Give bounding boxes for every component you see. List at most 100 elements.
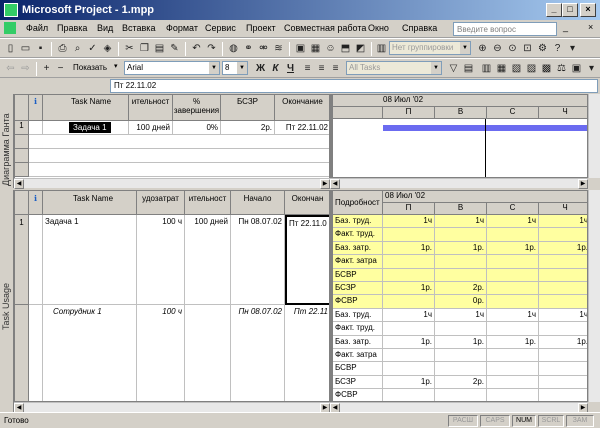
detail-value-cell[interactable] xyxy=(435,255,487,269)
percent-complete-cell[interactable]: 0% xyxy=(173,121,221,135)
usage-vscroll[interactable] xyxy=(588,190,600,402)
detail-value-cell[interactable] xyxy=(383,322,435,336)
detail-value-cell[interactable]: 1р. xyxy=(539,241,587,256)
menu-tools[interactable]: Сервис xyxy=(205,23,236,33)
detail-value-cell[interactable]: 1р. xyxy=(487,241,539,256)
link-tasks-icon[interactable]: ⚭ xyxy=(242,42,255,55)
usage-col-task-name[interactable]: Task Name xyxy=(43,191,137,215)
align-right-icon[interactable]: ≡ xyxy=(329,62,342,75)
report-icon[interactable]: ▣ xyxy=(570,62,583,75)
gantt-view-bar[interactable]: Диаграмма Ганта xyxy=(0,94,14,188)
detail-value-cell[interactable] xyxy=(435,228,487,242)
detail-value-cell[interactable] xyxy=(539,268,587,282)
detail-value-cell[interactable] xyxy=(383,349,435,363)
detail-value-cell[interactable] xyxy=(539,322,587,336)
resources-icon[interactable]: ▩ xyxy=(540,62,553,75)
bczr-cell[interactable]: 2р. xyxy=(221,121,275,135)
detail-value-cell[interactable]: 1ч xyxy=(383,308,435,323)
resource-usage-icon[interactable]: ▦ xyxy=(495,62,508,75)
assign-resources-icon[interactable]: ☺ xyxy=(324,42,337,55)
autofilter-icon[interactable]: ▽ xyxy=(447,62,460,75)
assignment-start-cell[interactable]: Пн 08.07.02 xyxy=(231,305,285,401)
indent-icon[interactable]: ⇨ xyxy=(19,62,32,75)
select-all-corner[interactable] xyxy=(15,95,29,121)
detail-value-cell[interactable]: 1ч xyxy=(435,215,487,229)
task-name-cell[interactable]: Задача 1 xyxy=(43,121,129,135)
calendar-icon[interactable]: ▨ xyxy=(525,62,538,75)
col-duration[interactable]: ительност xyxy=(129,95,173,121)
balance-icon[interactable]: ⚖ xyxy=(555,62,568,75)
finish-cell[interactable]: Пт 22.11.02 xyxy=(275,121,329,135)
maximize-button[interactable]: □ xyxy=(562,3,578,17)
usage-duration-cell[interactable]: 100 дней xyxy=(185,215,231,305)
detail-value-cell[interactable]: 0р. xyxy=(435,295,487,309)
doc-minimize-button[interactable]: _ xyxy=(563,22,568,32)
toolbar-options-icon[interactable]: ▾ xyxy=(566,42,579,55)
italic-button[interactable]: К xyxy=(269,62,282,75)
detail-value-cell[interactable] xyxy=(539,389,587,401)
row-indicator-cell[interactable] xyxy=(29,121,43,135)
usage-task-name-cell[interactable]: Задача 1 xyxy=(43,215,137,305)
menu-window[interactable]: Окно xyxy=(368,23,389,33)
detail-value-cell[interactable] xyxy=(487,322,539,336)
wizard-icon[interactable]: ⚙ xyxy=(536,42,549,55)
assignment-name-cell[interactable]: Сотрудник 1 xyxy=(43,305,137,401)
gantt-vscroll[interactable] xyxy=(588,94,600,178)
usage-work-cell[interactable]: 100 ч xyxy=(137,215,185,305)
new-icon[interactable]: ▯ xyxy=(4,42,17,55)
detail-value-cell[interactable] xyxy=(383,255,435,269)
col-percent-complete[interactable]: % завершения xyxy=(173,95,221,121)
detail-value-cell[interactable] xyxy=(435,349,487,363)
usage-table-hscroll[interactable]: ◀ ▶ xyxy=(14,402,330,413)
detail-value-cell[interactable] xyxy=(435,322,487,336)
col-task-name[interactable]: Task Name xyxy=(43,95,129,121)
detail-value-cell[interactable]: 1р. xyxy=(383,375,435,390)
minimize-button[interactable]: _ xyxy=(546,3,562,17)
align-center-icon[interactable]: ≡ xyxy=(315,62,328,75)
detail-value-cell[interactable]: 1р. xyxy=(435,335,487,349)
detail-value-cell[interactable]: 1р. xyxy=(383,335,435,349)
detail-value-cell[interactable]: 2р. xyxy=(435,282,487,296)
menu-format[interactable]: Формат xyxy=(166,23,198,33)
grouping-icon[interactable]: ▥ xyxy=(375,42,388,55)
detail-value-cell[interactable] xyxy=(383,228,435,242)
copy-picture-icon[interactable]: ◩ xyxy=(354,42,367,55)
outdent-icon[interactable]: ⇦ xyxy=(4,62,17,75)
scroll-right-icon[interactable]: ▶ xyxy=(320,179,330,189)
detail-value-cell[interactable]: 1р. xyxy=(383,241,435,256)
open-icon[interactable]: ▭ xyxy=(19,42,32,55)
tracking-icon[interactable]: ▥ xyxy=(480,62,493,75)
filter-select[interactable]: All Tasks ▼ xyxy=(346,61,442,75)
close-button[interactable]: × xyxy=(580,3,596,17)
usage-row-header-1[interactable]: 1 xyxy=(15,215,29,305)
undo-icon[interactable]: ↶ xyxy=(190,42,203,55)
network-icon[interactable]: ▧ xyxy=(510,62,523,75)
detail-value-cell[interactable] xyxy=(539,362,587,376)
usage-finish-cell[interactable]: Пт 22.11.0 xyxy=(285,215,329,305)
research-icon[interactable]: ◈ xyxy=(101,42,114,55)
detail-value-cell[interactable]: 1р. xyxy=(383,282,435,296)
assignment-finish-cell[interactable]: Пт 22.11 xyxy=(285,305,329,401)
details-header[interactable]: Подробност xyxy=(333,191,383,215)
detail-value-cell[interactable] xyxy=(383,268,435,282)
detail-value-cell[interactable] xyxy=(487,255,539,269)
format-painter-icon[interactable]: ✎ xyxy=(168,42,181,55)
goto-task-icon[interactable]: ⊙ xyxy=(506,42,519,55)
detail-value-cell[interactable] xyxy=(539,376,587,390)
gantt-wizard-icon[interactable]: ▤ xyxy=(462,62,475,75)
task-notes-icon[interactable]: ▦ xyxy=(309,42,322,55)
paste-icon[interactable]: ▤ xyxy=(153,42,166,55)
publish-icon[interactable]: ⬒ xyxy=(339,42,352,55)
usage-start-cell[interactable]: Пн 08.07.02 xyxy=(231,215,285,305)
split-task-icon[interactable]: ≋ xyxy=(272,42,285,55)
detail-value-cell[interactable] xyxy=(539,282,587,296)
doc-close-button[interactable]: × xyxy=(588,22,593,32)
detail-value-cell[interactable] xyxy=(487,349,539,363)
detail-value-cell[interactable] xyxy=(383,362,435,376)
save-icon[interactable]: ▪ xyxy=(34,42,47,55)
usage-col-start[interactable]: Начало xyxy=(231,191,285,215)
task-info-icon[interactable]: ▣ xyxy=(294,42,307,55)
menu-help[interactable]: Справка xyxy=(402,23,437,33)
detail-value-cell[interactable]: 2р. xyxy=(435,375,487,390)
usage-chart-hscroll[interactable]: ◀ ▶ xyxy=(330,402,588,413)
